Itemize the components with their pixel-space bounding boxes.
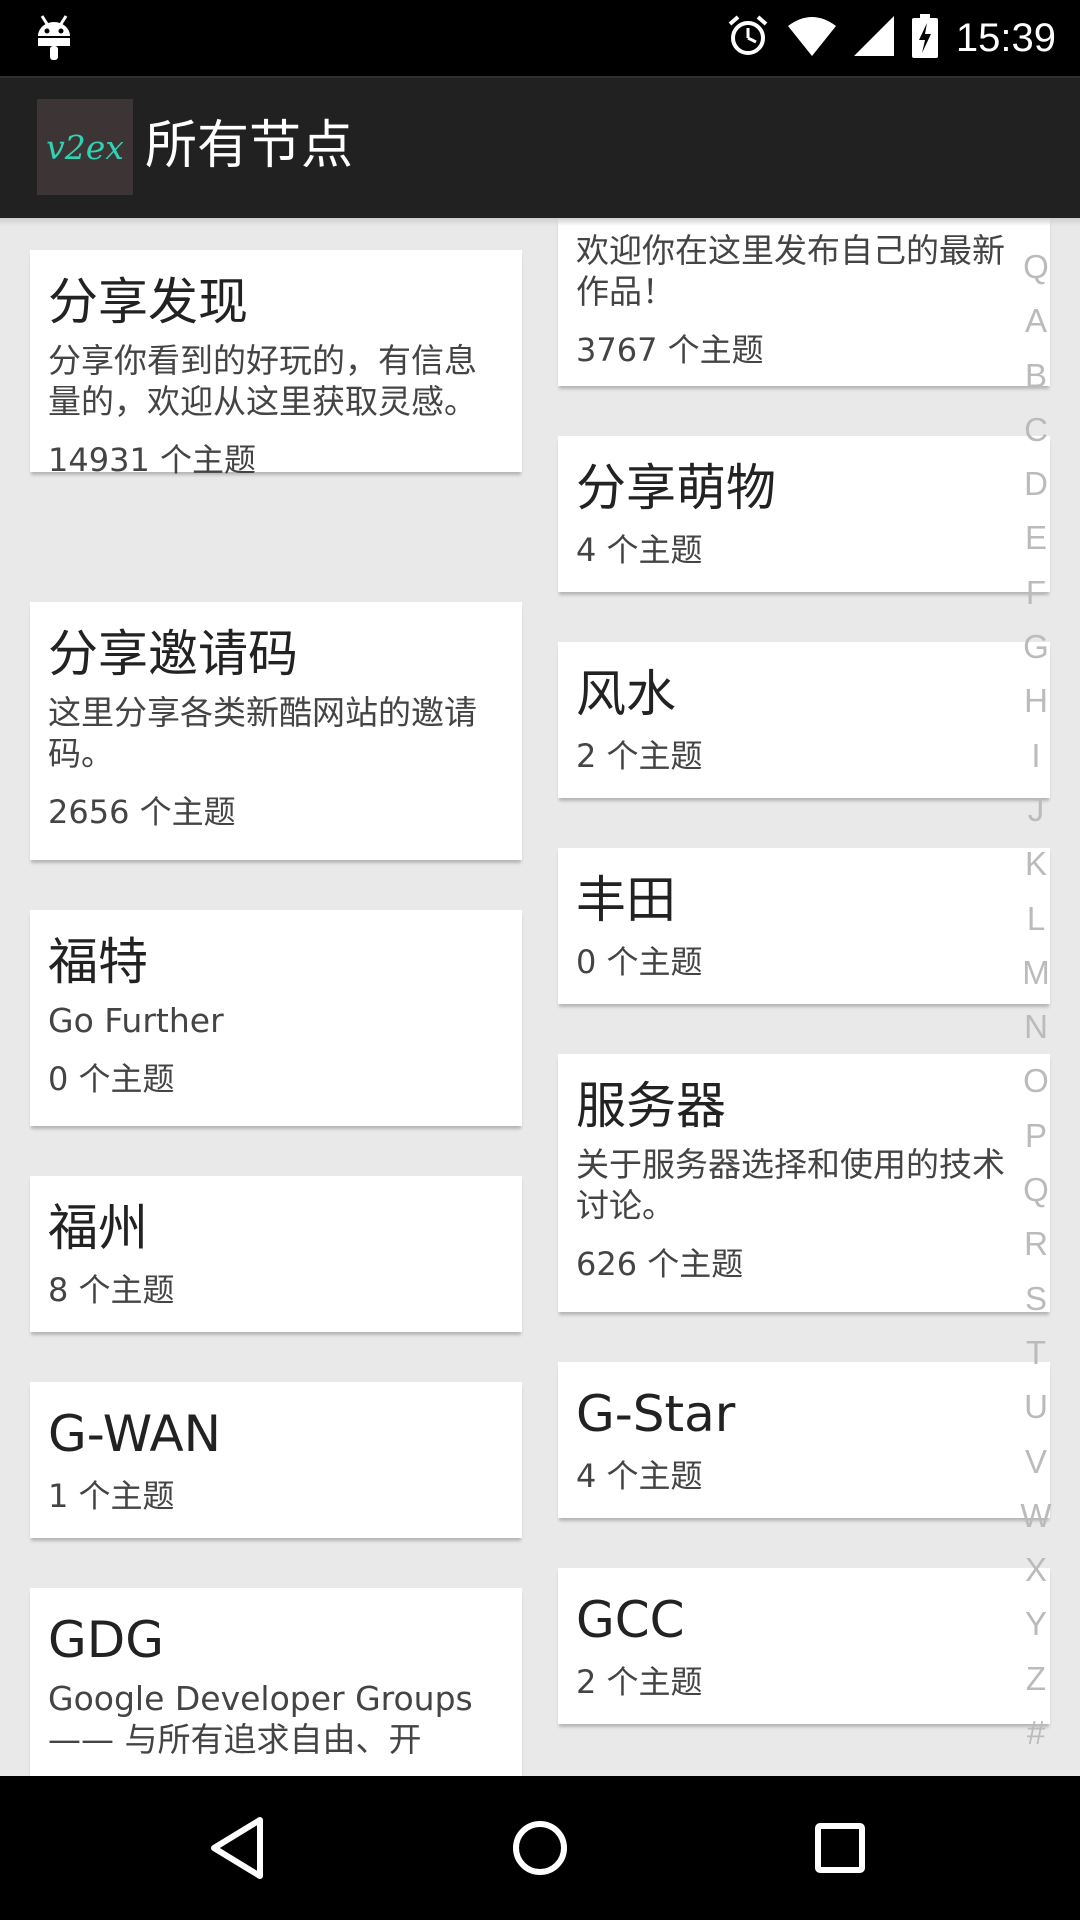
node-name: 分享邀请码 (48, 625, 298, 683)
index-letter[interactable]: I (1031, 729, 1040, 783)
home-icon[interactable] (498, 1806, 582, 1890)
node-card-toyota[interactable]: 丰田 0 个主题 (558, 848, 1050, 1004)
app-logo[interactable]: v2ex (37, 99, 133, 195)
node-name: 分享萌物 (576, 459, 776, 517)
node-card-fengshui[interactable]: 风水 2 个主题 (558, 642, 1050, 798)
node-name: GCC (576, 1591, 685, 1649)
node-card-g-wan[interactable]: G-WAN 1 个主题 (30, 1382, 522, 1538)
node-description: 关于服务器选择和使用的技术讨论。 (576, 1145, 1005, 1225)
index-letter[interactable]: G (1023, 620, 1049, 674)
index-letter[interactable]: P (1025, 1109, 1047, 1163)
node-name: 风水 (576, 665, 676, 723)
index-letter[interactable]: E (1025, 511, 1047, 565)
index-letter[interactable]: L (1027, 892, 1045, 946)
node-description: 欢迎你在这里发布自己的最新作品！ (576, 231, 1005, 311)
status-bar: 15:39 (0, 0, 1080, 76)
alphabet-index[interactable]: Q A B C D E F G H I J K L M N O P Q R S … (1010, 240, 1062, 1760)
back-icon[interactable] (198, 1806, 282, 1890)
node-name: 分享发现 (48, 273, 248, 331)
node-topic-count: 3767 个主题 (576, 331, 764, 369)
node-name: 福特 (48, 933, 148, 991)
page-title: 所有节点 (145, 116, 354, 176)
node-description: Google Developer Groups —— 与所有追求自由、开 (48, 1679, 473, 1759)
index-letter[interactable]: V (1025, 1435, 1047, 1489)
index-letter[interactable]: S (1025, 1272, 1047, 1326)
alarm-icon (726, 14, 770, 62)
signal-icon (853, 16, 894, 60)
recents-icon[interactable] (798, 1806, 882, 1890)
app-bar: v2ex 所有节点 (0, 76, 1080, 218)
status-time: 15:39 (955, 15, 1056, 60)
index-letter[interactable]: N (1024, 1000, 1048, 1054)
index-letter[interactable]: W (1020, 1489, 1051, 1543)
node-list[interactable]: 分享发现 分享你看到的好玩的，有信息量的，欢迎从这里获取灵感。 14931 个主… (0, 218, 1080, 1776)
node-card-server[interactable]: 服务器 关于服务器选择和使用的技术讨论。 626 个主题 (558, 1054, 1050, 1312)
node-card-share-cute[interactable]: 分享萌物 4 个主题 (558, 436, 1050, 592)
battery-charging-icon (911, 14, 938, 62)
node-card-fuzhou[interactable]: 福州 8 个主题 (30, 1176, 522, 1332)
node-name: G-WAN (48, 1405, 222, 1463)
node-name: G-Star (576, 1385, 736, 1443)
node-card-gcc[interactable]: GCC 2 个主题 (558, 1568, 1050, 1724)
node-topic-count: 4 个主题 (576, 1457, 703, 1495)
index-letter[interactable]: J (1028, 783, 1045, 837)
node-name: 丰田 (576, 871, 676, 929)
node-topic-count: 2656 个主题 (48, 793, 236, 831)
navigation-bar (0, 1776, 1080, 1920)
index-letter[interactable]: B (1025, 349, 1047, 403)
node-topic-count: 0 个主题 (576, 943, 703, 981)
node-name: GDG (48, 1611, 164, 1669)
node-description: 分享你看到的好玩的，有信息量的，欢迎从这里获取灵感。 (48, 341, 477, 421)
index-letter[interactable]: Q (1023, 240, 1049, 294)
index-letter[interactable]: A (1025, 294, 1047, 348)
index-letter[interactable]: X (1025, 1543, 1047, 1597)
node-topic-count: 1 个主题 (48, 1477, 175, 1515)
node-card-g-star[interactable]: G-Star 4 个主题 (558, 1362, 1050, 1518)
index-letter[interactable]: T (1026, 1326, 1046, 1380)
node-card-share-creation[interactable]: 欢迎你在这里发布自己的最新作品！ 3767 个主题 (558, 218, 1050, 386)
node-card-share-invite-code[interactable]: 分享邀请码 这里分享各类新酷网站的邀请码。 2656 个主题 (30, 602, 522, 860)
index-letter[interactable]: Q (1023, 1163, 1049, 1217)
node-topic-count: 2 个主题 (576, 737, 703, 775)
index-letter[interactable]: Y (1025, 1597, 1047, 1651)
wifi-icon (787, 16, 836, 60)
node-description: 这里分享各类新酷网站的邀请码。 (48, 693, 477, 773)
index-letter[interactable]: F (1026, 566, 1046, 620)
index-letter[interactable]: D (1024, 457, 1048, 511)
node-topic-count: 626 个主题 (576, 1245, 744, 1283)
index-letter[interactable]: O (1023, 1054, 1049, 1108)
index-letter[interactable]: C (1024, 403, 1048, 457)
node-name: 服务器 (576, 1077, 726, 1135)
index-letter[interactable]: U (1024, 1380, 1048, 1434)
index-letter[interactable]: K (1025, 837, 1047, 891)
index-letter[interactable]: Z (1026, 1652, 1046, 1706)
node-card-share-discovery[interactable]: 分享发现 分享你看到的好玩的，有信息量的，欢迎从这里获取灵感。 14931 个主… (30, 250, 522, 479)
app-logo-text: v2ex (46, 127, 124, 167)
android-debug-icon (34, 14, 74, 64)
node-topic-count: 14931 个主题 (48, 441, 256, 479)
node-card-gdg[interactable]: GDG Google Developer Groups —— 与所有追求自由、开 (30, 1588, 522, 1776)
node-description: Go Further (48, 1001, 224, 1040)
node-name: 福州 (48, 1199, 148, 1257)
index-letter[interactable]: M (1022, 946, 1050, 1000)
node-topic-count: 4 个主题 (576, 531, 703, 569)
app-bar-shadow (0, 218, 1080, 226)
index-letter[interactable]: # (1027, 1706, 1045, 1760)
node-topic-count: 2 个主题 (576, 1663, 703, 1701)
index-letter[interactable]: H (1024, 674, 1048, 728)
node-card-ford[interactable]: 福特 Go Further 0 个主题 (30, 910, 522, 1126)
node-topic-count: 8 个主题 (48, 1271, 175, 1309)
node-topic-count: 0 个主题 (48, 1060, 175, 1098)
index-letter[interactable]: R (1024, 1217, 1048, 1271)
